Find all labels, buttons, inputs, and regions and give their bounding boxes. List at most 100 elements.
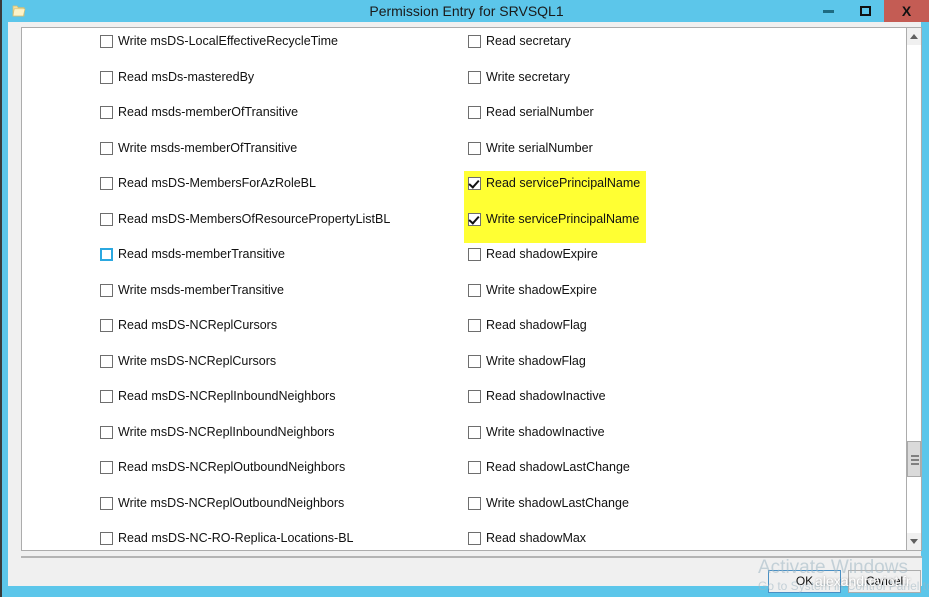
permission-label: Write servicePrincipalName (486, 211, 640, 226)
ok-button[interactable]: OK (768, 570, 841, 593)
permission-checkbox[interactable] (468, 70, 481, 84)
permission-row[interactable]: Read servicePrincipalName (468, 170, 838, 206)
permission-checkbox[interactable] (100, 212, 113, 226)
permission-label: Read msDS-MembersForAzRoleBL (118, 176, 316, 190)
scroll-down-button[interactable] (907, 533, 921, 550)
permission-checkbox[interactable] (100, 177, 113, 190)
permission-row[interactable]: Read shadowFlag (468, 312, 838, 348)
permission-label: Write shadowExpire (486, 282, 597, 297)
permission-checkbox[interactable] (468, 319, 481, 332)
window-controls: X (810, 0, 929, 22)
scrollbar-grip-icon (911, 455, 919, 467)
client-area: Write msDS-LocalEffectiveRecycleTime Read… (8, 22, 922, 593)
close-icon: X (901, 3, 912, 19)
permission-checkbox[interactable] (468, 141, 481, 155)
permission-label: Read shadowExpire (486, 247, 598, 261)
permission-checkbox[interactable] (100, 532, 113, 545)
permission-label: Read msDS-MembersOfResourcePropertyListB… (118, 211, 391, 226)
permissions-scrollbar[interactable] (906, 27, 922, 551)
permission-checkbox[interactable] (468, 496, 481, 510)
permission-row[interactable]: Read msDs-masteredBy (100, 64, 470, 100)
title-bar[interactable]: Permission Entry for SRVSQL1 X (2, 0, 929, 22)
permission-checkbox[interactable] (100, 248, 113, 261)
permission-label: Write msDS-NCReplOutboundNeighbors (118, 495, 345, 510)
permission-checkbox[interactable] (100, 106, 113, 119)
permission-checkbox[interactable] (468, 106, 481, 119)
permission-row[interactable]: Write servicePrincipalName (468, 206, 838, 242)
permission-row[interactable]: Write msDS-NCReplInboundNeighbors (100, 419, 470, 455)
permission-checkbox[interactable] (468, 390, 481, 403)
permission-checkbox[interactable] (468, 35, 481, 48)
permission-row[interactable]: Write msDS-LocalEffectiveRecycleTime (100, 28, 470, 64)
permission-row[interactable]: Read serialNumber (468, 99, 838, 135)
permission-row[interactable]: Write serialNumber (468, 135, 838, 171)
permission-row[interactable]: Write msds-memberOfTransitive (100, 135, 470, 171)
permission-checkbox[interactable] (100, 461, 113, 474)
permission-row[interactable]: Write shadowInactive (468, 419, 838, 455)
permission-row[interactable]: Read shadowLastChange (468, 454, 838, 490)
permission-label: Read msDS-NCReplInboundNeighbors (118, 389, 336, 403)
permission-checkbox[interactable] (468, 177, 481, 190)
permission-checkbox[interactable] (468, 212, 481, 226)
permission-checkbox[interactable] (100, 70, 113, 84)
permission-label: Write msds-memberOfTransitive (118, 140, 298, 155)
permission-row[interactable]: Write msds-memberTransitive (100, 277, 470, 313)
window-title: Permission Entry for SRVSQL1 (369, 3, 564, 19)
permission-entry-window: Permission Entry for SRVSQL1 X Write msD… (0, 0, 929, 597)
permission-row[interactable]: Write shadowLastChange (468, 490, 838, 526)
permission-checkbox[interactable] (468, 532, 481, 545)
permission-row[interactable]: Read msDS-MembersForAzRoleBL (100, 170, 470, 206)
window-left-edge (0, 0, 2, 597)
permission-row[interactable]: Read msDS-MembersOfResourcePropertyListB… (100, 206, 470, 242)
permission-checkbox[interactable] (100, 496, 113, 510)
permission-row[interactable]: Read shadowInactive (468, 383, 838, 419)
permission-checkbox[interactable] (100, 141, 113, 155)
permission-row[interactable]: Read msDS-NCReplInboundNeighbors (100, 383, 470, 419)
permission-label: Read msDs-masteredBy (118, 69, 255, 84)
chevron-down-icon (910, 539, 918, 544)
permission-row[interactable]: Read msDS-NCReplCursors (100, 312, 470, 348)
permission-checkbox[interactable] (468, 283, 481, 297)
cancel-button[interactable]: Cancel (848, 570, 921, 593)
permission-checkbox[interactable] (468, 425, 481, 439)
close-button[interactable]: X (884, 0, 929, 22)
permission-checkbox[interactable] (468, 354, 481, 368)
permission-row[interactable]: Write secretary (468, 64, 838, 100)
chevron-up-icon (910, 34, 918, 39)
permission-checkbox[interactable] (468, 461, 481, 474)
permission-checkbox[interactable] (468, 248, 481, 261)
permission-checkbox[interactable] (100, 425, 113, 439)
permission-row[interactable]: Read msDS-NCReplOutboundNeighbors (100, 454, 470, 490)
permission-label: Write shadowInactive (486, 424, 605, 439)
scrollbar-track[interactable] (907, 45, 921, 533)
permission-row[interactable]: Read msds-memberTransitive (100, 241, 470, 277)
permission-row[interactable]: Read shadowExpire (468, 241, 838, 277)
permission-checkbox[interactable] (100, 283, 113, 297)
permission-row[interactable]: Write shadowExpire (468, 277, 838, 313)
permission-row[interactable]: Read msDS-NC-RO-Replica-Locations-BL (100, 525, 470, 550)
permission-checkbox[interactable] (100, 354, 113, 368)
permission-checkbox[interactable] (100, 319, 113, 332)
scrollbar-thumb[interactable] (907, 441, 921, 477)
permission-label: Write secretary (486, 69, 570, 84)
minimize-button[interactable] (810, 0, 847, 22)
permission-label: Read shadowFlag (486, 318, 587, 332)
permission-checkbox[interactable] (100, 390, 113, 403)
permission-row[interactable]: Write msDS-NCReplOutboundNeighbors (100, 490, 470, 526)
permission-label: Read msDS-NC-RO-Replica-Locations-BL (118, 531, 354, 545)
permission-row[interactable]: Read shadowMax (468, 525, 838, 550)
permission-row[interactable]: Write msDS-NCReplCursors (100, 348, 470, 384)
permission-label: Write msDS-NCReplCursors (118, 353, 277, 368)
scroll-up-button[interactable] (907, 28, 921, 45)
permission-label: Write shadowFlag (486, 353, 586, 368)
maximize-icon (860, 6, 871, 16)
permission-label: Read msDS-NCReplCursors (118, 318, 278, 332)
permission-label: Read msds-memberOfTransitive (118, 105, 299, 119)
maximize-button[interactable] (847, 0, 884, 22)
permission-label: Read shadowLastChange (486, 460, 630, 474)
footer-divider (21, 556, 922, 558)
permission-checkbox[interactable] (100, 35, 113, 48)
permission-row[interactable]: Read secretary (468, 28, 838, 64)
permission-row[interactable]: Read msds-memberOfTransitive (100, 99, 470, 135)
permission-row[interactable]: Write shadowFlag (468, 348, 838, 384)
